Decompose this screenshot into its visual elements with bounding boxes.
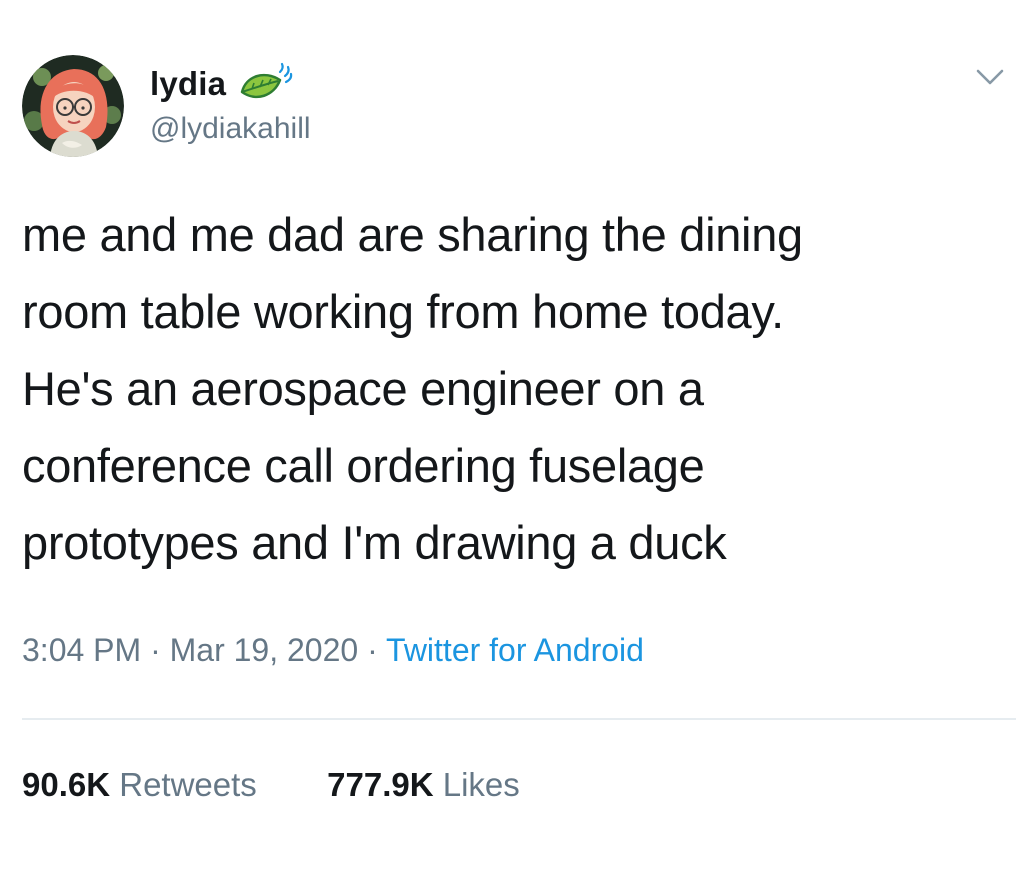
divider <box>22 718 1016 720</box>
tweet-text-line: He's an aerospace engineer on a <box>22 362 704 415</box>
meta-separator: · <box>367 632 378 668</box>
likes-label: Likes <box>442 766 520 803</box>
meta-separator: · <box>150 632 161 668</box>
tweet-date[interactable]: Mar 19, 2020 <box>170 632 359 668</box>
engagement-stats: 90.6K Retweets 777.9K Likes <box>22 766 520 804</box>
tweet-time[interactable]: 3:04 PM <box>22 632 141 668</box>
likes-count: 777.9K <box>327 766 434 803</box>
avatar[interactable] <box>22 55 124 157</box>
tweet-text-line: conference call ordering fuselage <box>22 439 705 492</box>
author-name-row: lydia <box>150 62 294 106</box>
author-display-name[interactable]: lydia <box>150 65 226 103</box>
tweet-source-link[interactable]: Twitter for Android <box>386 632 644 668</box>
tweet-text-line: me and me dad are sharing the dining <box>22 208 803 261</box>
retweets-label: Retweets <box>119 766 257 803</box>
tweet-card: lydia @lydiakahill me and me dad are sha… <box>0 0 1024 876</box>
avatar-illustration <box>22 55 124 157</box>
tweet-text: me and me dad are sharing the dining roo… <box>22 196 1012 581</box>
likes-stat[interactable]: 777.9K Likes <box>327 766 520 803</box>
author-handle[interactable]: @lydiakahill <box>150 112 311 146</box>
tweet-metadata: 3:04 PM · Mar 19, 2020 · Twitter for And… <box>22 632 644 669</box>
tweet-text-line: room table working from home today. <box>22 285 784 338</box>
leaf-icon <box>236 62 294 106</box>
tweet-text-line: prototypes and I'm drawing a duck <box>22 516 727 569</box>
chevron-down-icon[interactable] <box>972 62 1008 92</box>
retweets-stat[interactable]: 90.6K Retweets <box>22 766 266 803</box>
retweets-count: 90.6K <box>22 766 111 803</box>
